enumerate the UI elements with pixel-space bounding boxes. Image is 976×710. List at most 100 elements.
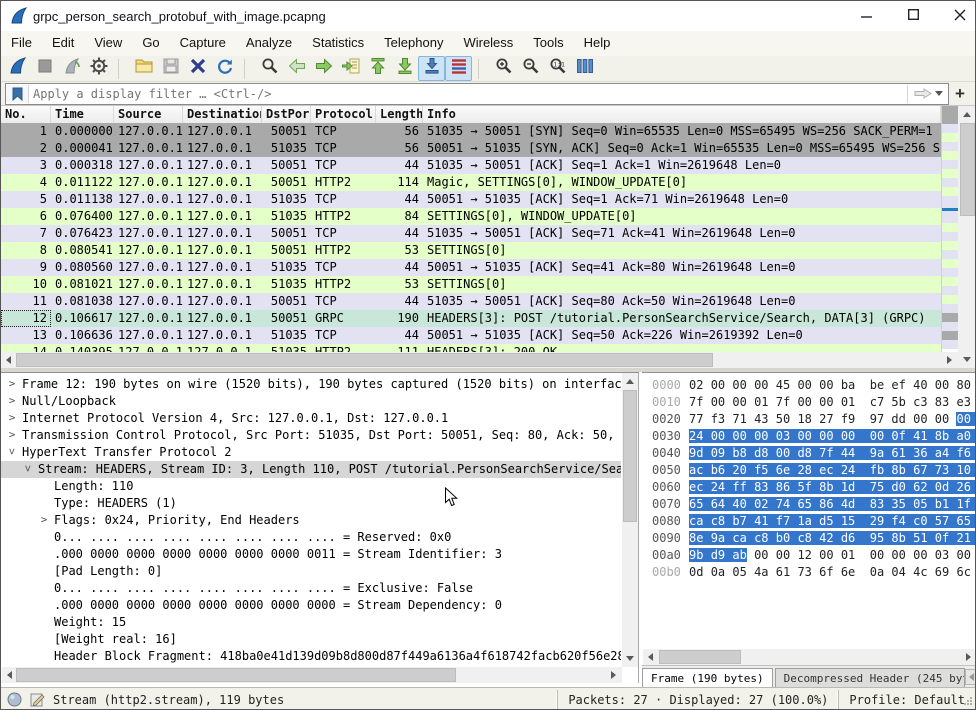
hex-byte[interactable]: 03	[935, 548, 949, 562]
column-header-time[interactable]: Time	[51, 106, 114, 123]
hex-bytes[interactable]: 77 f3 71 43 50 18 27 f9 97 dd 00 00 00 0…	[689, 412, 976, 426]
packet-row[interactable]: 120.106617127.0.0.1127.0.0.150051GRPC190…	[1, 310, 941, 327]
colorize-button[interactable]	[445, 56, 472, 81]
detail-row[interactable]: Length: 110	[1, 478, 621, 495]
hex-byte[interactable]: 1d	[841, 480, 855, 494]
hex-byte[interactable]: 61	[891, 446, 905, 460]
details-vscrollbar[interactable]	[622, 373, 638, 667]
hex-bytes[interactable]: ac b6 20 f5 6e 28 ec 24 fb 8b 67 73 10 a…	[689, 463, 976, 477]
hex-byte[interactable]: 0f	[935, 531, 949, 545]
hex-byte[interactable]: 57	[935, 514, 949, 528]
packet-row[interactable]: 40.011122127.0.0.1127.0.0.150051HTTP2114…	[1, 174, 941, 191]
hex-byte[interactable]: 00	[776, 446, 790, 460]
zoom-reset-button[interactable]: 1:1	[544, 56, 571, 81]
hex-byte[interactable]: 00	[819, 395, 833, 409]
hex-byte[interactable]: 00	[797, 378, 811, 392]
detail-row[interactable]: .000 0000 0000 0000 0000 0000 0000 0000 …	[1, 597, 621, 614]
menu-item-view[interactable]: View	[84, 31, 132, 50]
hex-byte[interactable]: 0d	[935, 480, 949, 494]
hex-byte[interactable]: 00	[754, 548, 768, 562]
go-top-button[interactable]	[364, 56, 391, 81]
hex-byte[interactable]: c8	[754, 531, 768, 545]
close-file-button[interactable]	[184, 56, 211, 81]
hex-byte[interactable]: 10	[956, 463, 970, 477]
hex-byte[interactable]: c3	[913, 395, 927, 409]
hex-byte[interactable]: b6	[711, 463, 725, 477]
expander-closed-icon[interactable]: >	[39, 513, 49, 526]
detail-row[interactable]: >Transmission Control Protocol, Src Port…	[1, 427, 621, 444]
hex-byte[interactable]: f3	[711, 412, 725, 426]
bytes-tab-decompressed-header[interactable]: Decompressed Header (245 bytes)	[775, 668, 965, 688]
hex-byte[interactable]: 8e	[689, 531, 703, 545]
hex-byte[interactable]: 8b	[891, 463, 905, 477]
column-header-dstport[interactable]: DstPort	[262, 106, 311, 123]
packet-list-hscrollbar[interactable]	[1, 352, 958, 368]
hex-byte[interactable]: 24	[841, 463, 855, 477]
hex-byte[interactable]: 8b	[935, 429, 949, 443]
menu-item-statistics[interactable]: Statistics	[302, 31, 374, 50]
go-forward-button[interactable]	[310, 56, 337, 81]
hex-byte[interactable]: 73	[797, 565, 811, 579]
hex-byte[interactable]: 50	[776, 412, 790, 426]
hex-byte[interactable]: 7f	[689, 395, 703, 409]
close-button[interactable]	[943, 5, 976, 27]
minimize-button[interactable]	[849, 5, 883, 27]
hex-byte[interactable]: 4a	[754, 565, 768, 579]
expander-closed-icon[interactable]: >	[7, 411, 17, 424]
hex-bytes[interactable]: 9b d9 ab 00 00 12 00 01 00 00 00 03 00 0…	[689, 548, 976, 562]
hex-byte[interactable]: 0a	[870, 565, 884, 579]
hex-bytes[interactable]: ca c8 b7 41 f7 1a d5 15 29 f4 c0 57 65 7…	[689, 514, 976, 528]
expander-open-icon[interactable]: >	[22, 464, 35, 474]
hex-byte[interactable]: a0	[956, 429, 970, 443]
hex-byte[interactable]: 00	[797, 429, 811, 443]
hex-byte[interactable]: e3	[956, 395, 970, 409]
hex-byte[interactable]: 83	[935, 395, 949, 409]
detail-row[interactable]: Header Block Fragment: 418ba0e41d139d09b…	[1, 648, 621, 665]
hex-byte[interactable]: 9a	[711, 531, 725, 545]
hex-byte[interactable]: a4	[935, 446, 949, 460]
details-hscroll-thumb[interactable]	[16, 668, 456, 682]
hex-byte[interactable]: 00	[935, 412, 949, 426]
hex-byte[interactable]: 6c	[956, 565, 970, 579]
column-header-no[interactable]: No.	[1, 106, 51, 123]
hex-byte[interactable]: ac	[689, 463, 703, 477]
packet-row[interactable]: 130.106636127.0.0.1127.0.0.151035TCP4450…	[1, 327, 941, 344]
hex-byte[interactable]: 02	[754, 497, 768, 511]
menu-item-analyze[interactable]: Analyze	[236, 31, 302, 50]
menu-item-file[interactable]: File	[1, 31, 42, 50]
hex-byte[interactable]: ec	[689, 480, 703, 494]
hex-byte[interactable]: c8	[711, 514, 725, 528]
column-header-source[interactable]: Source	[114, 106, 183, 123]
details-hscrollbar[interactable]	[2, 667, 622, 683]
hex-byte[interactable]: 00	[711, 395, 725, 409]
hex-byte[interactable]: 00	[819, 378, 833, 392]
stop-capture-button[interactable]	[31, 56, 58, 81]
hex-byte[interactable]: 00	[711, 378, 725, 392]
hex-byte[interactable]: d5	[819, 514, 833, 528]
hex-byte[interactable]: 6e	[776, 463, 790, 477]
hex-bytes[interactable]: 9d 09 b8 d8 00 d8 7f 44 9a 61 36 a4 f6 1…	[689, 446, 976, 460]
hex-byte[interactable]: 01	[841, 548, 855, 562]
hex-byte[interactable]: 00	[732, 429, 746, 443]
auto-scroll-button[interactable]	[418, 56, 445, 81]
go-bottom-button[interactable]	[391, 56, 418, 81]
hex-byte[interactable]: 35	[891, 497, 905, 511]
expander-closed-icon[interactable]: >	[7, 394, 17, 407]
bytes-tab-frame[interactable]: Frame (190 bytes)	[642, 668, 773, 688]
packet-row[interactable]: 140.140395127.0.0.1127.0.0.151035HTTP211…	[1, 344, 941, 352]
hex-byte[interactable]: c0	[913, 514, 927, 528]
hex-byte[interactable]: 27	[819, 412, 833, 426]
hex-byte[interactable]: 36	[913, 446, 927, 460]
hex-byte[interactable]: 1a	[797, 514, 811, 528]
expert-info-icon[interactable]	[7, 692, 22, 707]
capture-options-button[interactable]	[85, 56, 112, 81]
resize-columns-button[interactable]	[571, 56, 598, 81]
detail-row[interactable]: [Pad Length: 0]	[1, 563, 621, 580]
hex-byte[interactable]: 00	[913, 412, 927, 426]
save-file-button[interactable]	[157, 56, 184, 81]
packet-row[interactable]: 90.080560127.0.0.1127.0.0.151035TCP44500…	[1, 259, 941, 276]
hex-byte[interactable]: 7f	[819, 446, 833, 460]
hex-byte[interactable]: 67	[913, 463, 927, 477]
detail-row[interactable]: 0... .... .... .... .... .... .... .... …	[1, 529, 621, 546]
hex-byte[interactable]: b8	[732, 446, 746, 460]
